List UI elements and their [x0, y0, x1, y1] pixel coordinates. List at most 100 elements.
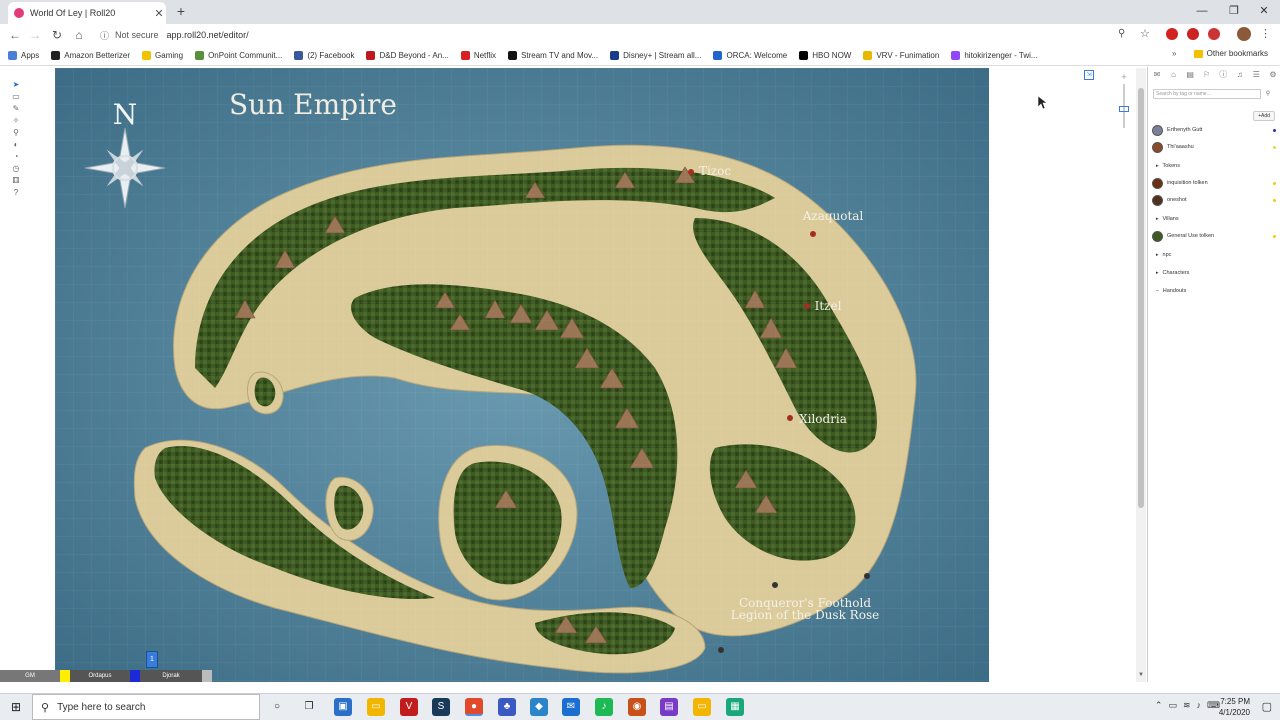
add-entry-button[interactable]: +Add [1253, 111, 1275, 121]
bookmark-item[interactable]: Apps [8, 51, 39, 60]
world-map[interactable]: N Sun Empire Tizoc Azaquotal Itzel Xilod… [55, 68, 989, 682]
bookmark-item[interactable]: HBO NOW [799, 51, 851, 60]
journal-entry-erthenyth[interactable]: Erthenyth Gutt [1152, 123, 1276, 137]
folder-villans[interactable]: ▸ Villans [1156, 213, 1179, 225]
canvas-scrollbar[interactable] [1136, 68, 1146, 682]
folder-npc[interactable]: ▸ npc [1156, 249, 1171, 261]
journal-entry-inquisition[interactable]: inquisition tolken [1152, 176, 1276, 190]
browser-tab[interactable]: World Of Ley | Roll20 ✕ [8, 2, 166, 24]
volume-icon[interactable]: ♪ [1197, 700, 1202, 711]
cortana-icon[interactable]: ○ [268, 698, 286, 716]
reload-button[interactable]: ↻ [48, 26, 66, 44]
page-marker[interactable]: 1 [146, 651, 158, 668]
jukebox-tab-icon[interactable]: ♫ [1235, 70, 1245, 80]
mail-icon[interactable]: ✉ [562, 698, 580, 716]
folder-tokens[interactable]: ▸ Tokens [1156, 160, 1180, 172]
zoom-handle[interactable] [1119, 106, 1129, 112]
settings-tab-icon[interactable]: ⚙ [1268, 70, 1278, 80]
app-icon[interactable]: ◆ [530, 698, 548, 716]
help-icon[interactable]: ? [10, 187, 22, 198]
app-icon[interactable]: V [400, 698, 418, 716]
windows-start-icon[interactable]: ⊞ [6, 697, 26, 717]
journal-entry-oneshot[interactable]: oneshot [1152, 193, 1276, 207]
bookmark-star-icon[interactable]: ☆ [1140, 27, 1150, 40]
app-icon[interactable]: ♣ [498, 698, 516, 716]
zoom-in-icon[interactable]: + [1118, 72, 1130, 82]
home-button[interactable]: ⌂ [70, 26, 88, 44]
window-maximize-button[interactable]: ❐ [1218, 0, 1250, 22]
tray-overflow-icon[interactable]: ⌃ [1155, 700, 1163, 711]
profile-avatar[interactable] [1237, 27, 1251, 41]
draw-tool-icon[interactable]: ✎ [10, 103, 22, 114]
player-ordapus[interactable]: Ordapus [70, 670, 130, 682]
store-icon[interactable]: ▣ [334, 698, 352, 716]
fx-tool-icon[interactable]: ✧ [10, 115, 22, 126]
extension-icon[interactable] [1208, 28, 1220, 40]
bookmark-item[interactable]: OnPoint Communit... [195, 51, 282, 60]
zoom-icon[interactable]: ⚲ [1118, 28, 1125, 39]
info-icon[interactable]: ⓘ [100, 29, 109, 42]
folder-characters[interactable]: ▸ Characters [1156, 267, 1189, 279]
bookmark-item[interactable]: Netflix [460, 51, 496, 60]
menu-icon[interactable]: ⋮ [1260, 27, 1271, 40]
journal-search-input[interactable]: Search by tag or name... [1153, 89, 1261, 99]
dice-tool-icon[interactable]: ⚅ [10, 175, 22, 186]
bookmarks-overflow-icon[interactable]: » [1172, 49, 1176, 58]
wifi-icon[interactable]: ≋ [1183, 700, 1191, 711]
folder-icon[interactable]: ▭ [693, 698, 711, 716]
select-tool-icon[interactable]: ➤ [10, 79, 22, 90]
app-icon[interactable]: ◉ [628, 698, 646, 716]
scroll-down-icon[interactable]: ▼ [1136, 672, 1146, 682]
window-minimize-button[interactable]: — [1186, 0, 1218, 22]
back-button[interactable]: ← [6, 26, 24, 44]
art-tab-icon[interactable]: ⌂ [1169, 70, 1179, 80]
bookmark-item[interactable]: Stream TV and Mov... [508, 51, 598, 60]
clock[interactable]: 7:25 PM 4/1/2020 [1219, 696, 1250, 718]
app-icon[interactable]: ▦ [726, 698, 744, 716]
bookmark-item[interactable]: VRV - Funimation [863, 51, 939, 60]
bookmark-item[interactable]: D&D Beyond - An... [366, 51, 449, 60]
layer-tool-icon[interactable]: ▭ [10, 91, 22, 102]
spotify-icon[interactable]: ♪ [595, 698, 613, 716]
bookmark-item[interactable]: hitokirizenger - Twi... [951, 51, 1038, 60]
journal-tab-icon[interactable]: ▤ [1185, 70, 1195, 80]
ruler-tool-icon[interactable]: ◔ [10, 151, 22, 162]
zoom-tool-icon[interactable]: ⚲ [10, 127, 22, 138]
bookmark-item[interactable]: (2) Facebook [294, 51, 354, 60]
address-bar[interactable]: ⓘ Not secure app.roll20.net/editor/ [94, 26, 1134, 44]
turn-tracker-icon[interactable]: ◷ [10, 163, 22, 174]
bookmark-item[interactable]: Disney+ | Stream all... [610, 51, 701, 60]
info-tab-icon[interactable]: ⓘ [1218, 70, 1228, 80]
folder-handouts[interactable]: – Handouts [1156, 285, 1186, 297]
app-icon[interactable]: ▤ [660, 698, 678, 716]
zoom-control[interactable]: + [1118, 72, 1130, 144]
other-bookmarks[interactable]: Other bookmarks [1193, 49, 1268, 58]
steam-icon[interactable]: S [432, 698, 450, 716]
player-gm[interactable]: GM [0, 670, 60, 682]
scrollbar-thumb[interactable] [1138, 88, 1144, 508]
bookmark-item[interactable]: Amazon Betterizer [51, 51, 130, 60]
extension-icon[interactable] [1187, 28, 1199, 40]
bookmark-item[interactable]: ORCA: Welcome [713, 51, 787, 60]
journal-entry-thiaaashu[interactable]: Thi'aaashu [1152, 140, 1276, 154]
tab-close-icon[interactable]: ✕ [152, 7, 166, 20]
file-explorer-icon[interactable]: ▭ [367, 698, 385, 716]
player-djorak[interactable]: Djorak [140, 670, 202, 682]
taskbar-search[interactable]: ⚲ Type here to search [32, 694, 260, 720]
new-tab-button[interactable]: + [172, 2, 190, 20]
window-close-button[interactable]: ✕ [1248, 0, 1280, 22]
search-icon[interactable]: ⚲ [1263, 89, 1273, 99]
task-view-icon[interactable]: ❐ [300, 698, 318, 716]
bookmark-item[interactable]: Gaming [142, 51, 183, 60]
chat-tab-icon[interactable]: ✉ [1152, 70, 1162, 80]
compendium-tab-icon[interactable]: ⚐ [1202, 70, 1212, 80]
extension-icon[interactable] [1166, 28, 1178, 40]
journal-entry-general-use[interactable]: General Use tolken [1152, 229, 1276, 243]
notification-icon[interactable]: ▢ [1262, 700, 1272, 713]
macro-tab-icon[interactable]: ☰ [1251, 70, 1261, 80]
chrome-icon[interactable]: ● [465, 698, 483, 716]
network-icon[interactable]: ▭ [1168, 700, 1177, 711]
forward-button[interactable]: → [26, 26, 44, 44]
fog-tool-icon[interactable]: ◐ [10, 139, 22, 150]
expand-icon[interactable]: ⇲ [1084, 70, 1094, 80]
